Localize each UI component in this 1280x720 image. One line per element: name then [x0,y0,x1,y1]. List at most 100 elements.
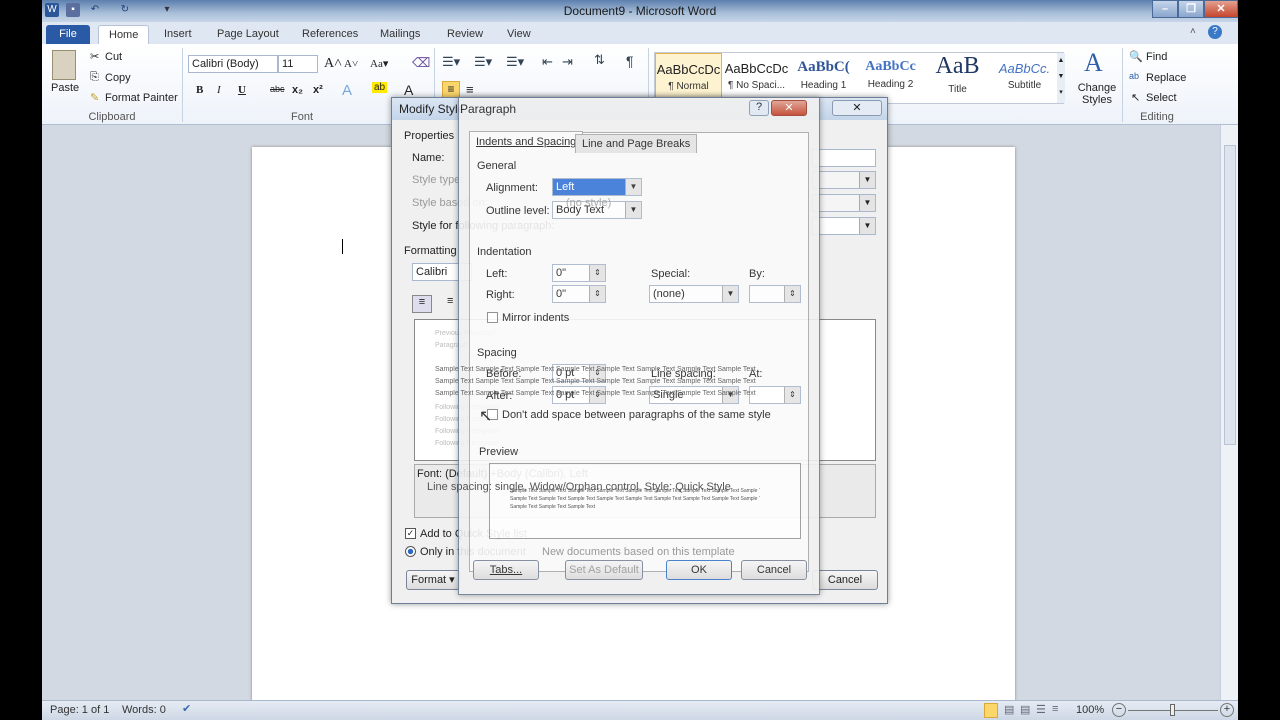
draft-view-icon[interactable]: ≡ [1052,703,1058,715]
replace-button[interactable]: Replace [1146,72,1186,84]
strikethrough-icon[interactable]: abc [270,84,285,94]
show-formatting-icon[interactable]: ¶ [626,53,634,69]
close-button[interactable]: ✕ [832,100,882,116]
right-indent-input[interactable]: 0" ⇕ [552,285,606,303]
only-this-document-radio[interactable] [405,546,416,557]
format-button[interactable]: Format ▾ [406,570,460,590]
style-heading-1[interactable]: AaBbC(Heading 1 [790,53,857,103]
numbering-icon[interactable]: ☰▾ [474,54,492,70]
select-icon: ↖ [1131,92,1141,104]
style-following-select[interactable]: ▼ [812,217,876,235]
copy-button[interactable]: Copy [105,72,131,84]
name-label: Name: [412,152,445,164]
help-icon[interactable]: ? [1208,25,1222,39]
increase-indent-icon[interactable]: ⇥ [562,54,573,70]
vertical-scrollbar[interactable] [1220,125,1238,700]
style-type-select[interactable]: ▼ [812,171,876,189]
style-heading-2[interactable]: AaBbCc Heading 2 [857,53,924,103]
outline-view-icon[interactable]: ☰ [1036,703,1046,716]
print-layout-view-icon[interactable] [984,703,998,718]
special-select[interactable]: (none) ▼ [649,285,739,303]
clear-formatting-icon[interactable]: ⌫ [412,55,430,71]
tab-mailings[interactable]: Mailings [370,25,430,44]
alignment-select[interactable]: Left ▼ [552,178,642,196]
minimize-button[interactable]: – [1152,0,1178,18]
zoom-in-button[interactable]: + [1220,703,1234,717]
multilevel-list-icon[interactable]: ☰▾ [506,54,524,70]
style-subtitle[interactable]: AaBbCc. Subtitle [991,53,1058,103]
mirror-indents-checkbox[interactable] [487,312,498,323]
tab-view[interactable]: View [497,25,541,44]
style-based-select[interactable]: ▼ [812,194,876,212]
change-styles-icon: A [1084,48,1103,77]
align-left-button[interactable]: ≡ [412,295,432,313]
superscript-button[interactable]: x² [313,84,323,96]
zoom-level[interactable]: 100% [1076,704,1104,716]
name-input[interactable] [812,149,876,167]
new-documents-label[interactable]: New documents based on this template [542,546,735,558]
tab-home[interactable]: Home [98,25,150,44]
proofing-icon[interactable]: ✔ [182,702,191,715]
decrease-indent-icon[interactable]: ⇤ [542,54,553,70]
formatting-heading: Formatting [404,245,457,257]
tab-references[interactable]: References [292,25,368,44]
minimize-ribbon-icon[interactable]: ˄ [1190,26,1196,37]
word-count[interactable]: Words: 0 [122,704,166,716]
tab-line-page-breaks[interactable]: Line and Page Breaks [575,134,698,153]
tab-review[interactable]: Review [437,25,493,44]
change-case-icon[interactable]: Aa▾ [370,57,388,70]
bold-button[interactable]: B [196,84,203,96]
restore-button[interactable]: ❐ [1178,0,1204,18]
align-center-icon[interactable]: ≡ [447,295,453,307]
close-button[interactable]: ✕ [771,100,807,116]
sort-icon[interactable]: ⇅ [594,52,605,68]
zoom-out-button[interactable]: − [1112,703,1126,717]
cut-button[interactable]: Cut [105,51,122,63]
general-heading: General [477,160,517,172]
style-title[interactable]: AaB Title [924,53,991,103]
by-label: By: [749,268,765,280]
format-painter-button[interactable]: Format Painter [105,92,178,104]
left-indent-input[interactable]: 0" ⇕ [552,264,606,282]
font-name-select[interactable]: Calibri (Body) [188,55,278,73]
font-group-label: Font [290,111,313,123]
right-indent-label: Right: [486,289,515,301]
by-input[interactable]: ⇕ [749,285,801,303]
style-normal[interactable]: AaBbCcDc ¶ Normal [655,53,722,103]
bullets-icon[interactable]: ☰▾ [442,54,460,70]
cancel-button[interactable]: Cancel [812,570,878,590]
text-effects-icon[interactable]: A [342,82,352,99]
help-button[interactable]: ? [749,100,769,116]
tab-page-layout[interactable]: Page Layout [207,25,289,44]
change-styles-button[interactable]: Change Styles [1076,82,1118,106]
web-layout-view-icon[interactable]: ▤ [1020,703,1030,716]
tab-file[interactable]: File [46,25,90,44]
ok-button[interactable]: OK [666,560,732,580]
set-as-default-button[interactable]: Set As Default [565,560,643,580]
full-screen-view-icon[interactable]: ▤ [1004,703,1014,716]
zoom-slider-thumb[interactable] [1170,704,1175,716]
highlight-icon[interactable]: ab [372,82,388,93]
gallery-scroll[interactable]: ▲ ▼ ▾ [1057,53,1065,103]
subscript-button[interactable]: x₂ [292,84,303,96]
align-center-icon[interactable]: ≡ [466,82,474,97]
grow-font-icon[interactable]: A˄ [324,56,342,72]
add-quick-style-checkbox[interactable]: ✓ [405,528,416,539]
paste-button[interactable]: Paste [51,82,79,94]
style-based-value[interactable]: (no style) [566,197,611,209]
page-count[interactable]: Page: 1 of 1 [50,704,109,716]
underline-button[interactable]: U [238,84,246,96]
italic-button[interactable]: I [217,84,221,96]
cancel-button[interactable]: Cancel [741,560,807,580]
special-label: Special: [651,268,691,280]
font-size-select[interactable]: 11 [278,55,318,73]
shrink-font-icon[interactable]: A˅ [344,58,358,70]
close-button[interactable]: ✕ [1204,0,1238,18]
scroll-thumb[interactable] [1224,145,1236,445]
tab-indents-spacing[interactable]: Indents and Spacing [469,131,584,152]
select-button[interactable]: Select [1146,92,1177,104]
style-no-spacing[interactable]: AaBbCcDc ¶ No Spaci... [723,53,790,103]
find-button[interactable]: Find [1146,51,1167,63]
tabs-button[interactable]: Tabs... [473,560,539,580]
tab-insert[interactable]: Insert [154,25,202,44]
